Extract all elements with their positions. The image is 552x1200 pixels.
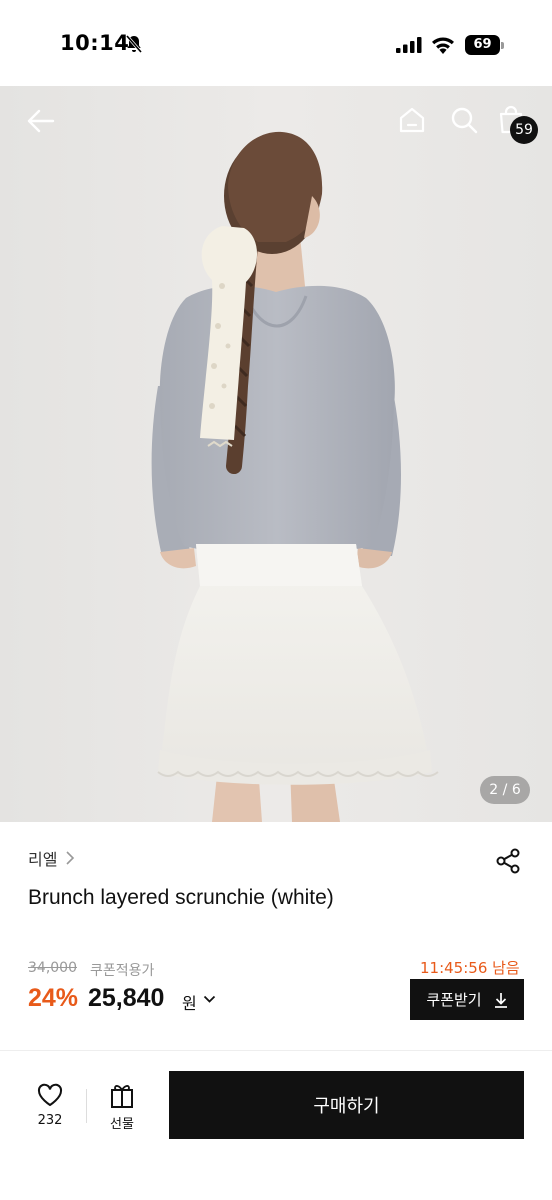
cart-count-badge: 59 — [510, 116, 538, 144]
discount-rate: 24% — [28, 984, 79, 1012]
battery-level: 69 — [465, 35, 500, 55]
share-icon[interactable] — [494, 847, 522, 875]
buy-button[interactable]: 구매하기 — [169, 1071, 524, 1139]
image-index-separator: / — [502, 782, 508, 798]
image-total-count: 6 — [511, 782, 521, 798]
gift-icon — [111, 1085, 133, 1108]
chevron-down-icon[interactable] — [203, 994, 216, 1004]
gift-button[interactable]: 선물 — [100, 1083, 144, 1137]
chevron-right-icon — [66, 851, 75, 865]
get-coupon-button[interactable]: 쿠폰받기 — [410, 979, 524, 1020]
gift-label: 선물 — [110, 1117, 134, 1132]
image-page-indicator: 2 / 6 — [480, 776, 530, 804]
like-button[interactable]: 232 — [28, 1083, 72, 1137]
product-image-gallery[interactable]: 59 2 / 6 — [0, 86, 552, 822]
brand-link[interactable]: 리엘 — [28, 846, 75, 870]
product-title: Brunch layered scrunchie (white) — [28, 886, 334, 909]
heart-icon — [37, 1083, 63, 1107]
download-icon — [494, 992, 507, 1008]
bottom-action-bar: 232 선물 구매하기 — [0, 1051, 552, 1200]
bell-off-icon — [125, 35, 143, 53]
image-current-index: 2 — [489, 782, 499, 798]
original-price: 34,000 — [28, 960, 77, 976]
brand-name: 리엘 — [28, 850, 58, 869]
search-icon[interactable] — [448, 104, 480, 136]
coupon-price-label: 쿠폰적용가 — [90, 963, 155, 979]
buy-button-label: 구매하기 — [313, 1096, 380, 1117]
wifi-icon — [432, 37, 454, 54]
home-icon[interactable] — [396, 104, 428, 136]
sale-price: 25,840 — [88, 984, 165, 1012]
status-time: 10:14 — [60, 31, 130, 55]
battery-cap — [501, 42, 504, 49]
bottom-bar-separator — [86, 1089, 87, 1123]
status-bar: 10:14 69 — [0, 0, 552, 86]
battery-icon: 69 — [465, 35, 505, 55]
price-unit: 원 — [182, 994, 197, 1013]
like-count: 232 — [37, 1113, 63, 1128]
back-arrow-icon[interactable] — [24, 104, 58, 138]
product-photo — [0, 86, 552, 822]
coupon-countdown: 11:45:56 남음 — [420, 959, 520, 977]
get-coupon-label: 쿠폰받기 — [426, 991, 482, 1009]
signal-icon — [396, 37, 422, 53]
